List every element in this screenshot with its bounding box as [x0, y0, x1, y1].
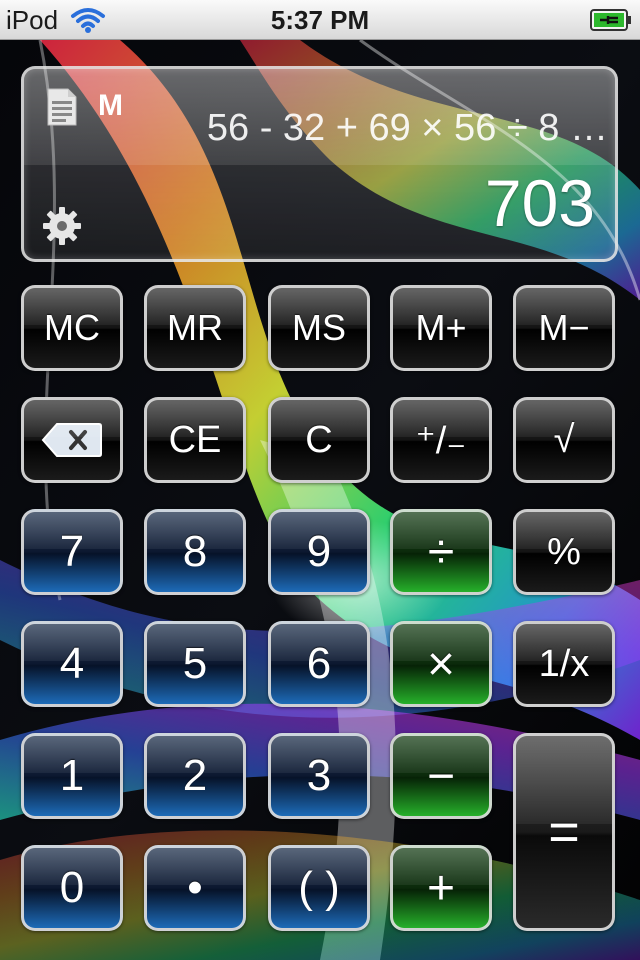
digit-9-button[interactable]: 9 — [268, 509, 370, 595]
status-time: 5:37 PM — [270, 5, 370, 35]
subtract-button[interactable]: − — [390, 733, 492, 819]
sqrt-button[interactable]: √ — [513, 397, 615, 483]
clear-button[interactable]: C — [268, 397, 370, 483]
multiply-button[interactable]: × — [390, 621, 492, 707]
clear-label: C — [305, 418, 333, 461]
calculator-display: M 56 - 32 + 69 × 56 ÷ 8 … 703 — [21, 66, 618, 262]
status-bar: iPod 5:37 PM — [0, 0, 640, 40]
backspace-icon — [41, 423, 102, 457]
reciprocal-button[interactable]: 1/x — [513, 621, 615, 707]
plus-minus-label: ⁺/₋ — [415, 419, 467, 462]
digit-0-button[interactable]: 0 — [21, 845, 123, 931]
digit-1-label: 1 — [59, 751, 85, 800]
digit-8-button[interactable]: 8 — [144, 509, 246, 595]
mr-button[interactable]: MR — [144, 285, 246, 371]
sqrt-label: √ — [553, 418, 575, 461]
digit-2-label: 2 — [182, 751, 208, 800]
digit-6-label: 6 — [306, 639, 332, 688]
divide-button[interactable]: ÷ — [390, 509, 492, 595]
digit-3-label: 3 — [306, 751, 332, 800]
ms-button[interactable]: MS — [268, 285, 370, 371]
mr-label: MR — [167, 307, 223, 348]
subtract-label: − — [426, 749, 456, 803]
digit-3-button[interactable]: 3 — [268, 733, 370, 819]
backspace-button[interactable] — [21, 397, 123, 483]
percent-label: % — [547, 530, 581, 573]
decimal-button[interactable]: • — [144, 845, 246, 931]
plus-minus-button[interactable]: ⁺/₋ — [390, 397, 492, 483]
digit-2-button[interactable]: 2 — [144, 733, 246, 819]
add-button[interactable]: + — [390, 845, 492, 931]
expression-text: 56 - 32 + 69 × 56 ÷ 8 … — [206, 107, 608, 149]
digit-7-button[interactable]: 7 — [21, 509, 123, 595]
digit-5-button[interactable]: 5 — [144, 621, 246, 707]
digit-4-label: 4 — [59, 639, 85, 688]
digit-7-label: 7 — [59, 527, 85, 576]
digit-0-label: 0 — [59, 863, 85, 912]
mc-button[interactable]: MC — [21, 285, 123, 371]
digit-1-button[interactable]: 1 — [21, 733, 123, 819]
memory-indicator: M — [98, 89, 123, 122]
decimal-label: • — [187, 863, 203, 912]
percent-button[interactable]: % — [513, 509, 615, 595]
divide-label: ÷ — [427, 525, 455, 579]
result-value: 703 — [484, 166, 595, 240]
multiply-label: × — [426, 637, 456, 691]
equals-label: = — [548, 802, 580, 862]
battery-charging-icon — [590, 9, 631, 31]
parentheses-button[interactable]: ( ) — [268, 845, 370, 931]
digit-4-button[interactable]: 4 — [21, 621, 123, 707]
add-label: + — [426, 861, 456, 915]
parentheses-label: ( ) — [298, 863, 340, 912]
gear-icon[interactable] — [41, 205, 83, 247]
m-minus-button[interactable]: M− — [513, 285, 615, 371]
ce-label: CE — [168, 418, 222, 461]
mc-label: MC — [44, 307, 100, 348]
digit-6-button[interactable]: 6 — [268, 621, 370, 707]
digit-8-label: 8 — [182, 527, 208, 576]
digit-5-label: 5 — [182, 639, 208, 688]
ms-label: MS — [292, 307, 346, 348]
reciprocal-label: 1/x — [538, 642, 590, 685]
m-minus-label: M− — [538, 307, 590, 348]
ce-button[interactable]: CE — [144, 397, 246, 483]
document-icon[interactable] — [46, 87, 78, 127]
digit-9-label: 9 — [306, 527, 332, 576]
m-plus-label: M+ — [415, 307, 467, 348]
m-plus-button[interactable]: M+ — [390, 285, 492, 371]
equals-button[interactable]: = — [513, 733, 615, 931]
